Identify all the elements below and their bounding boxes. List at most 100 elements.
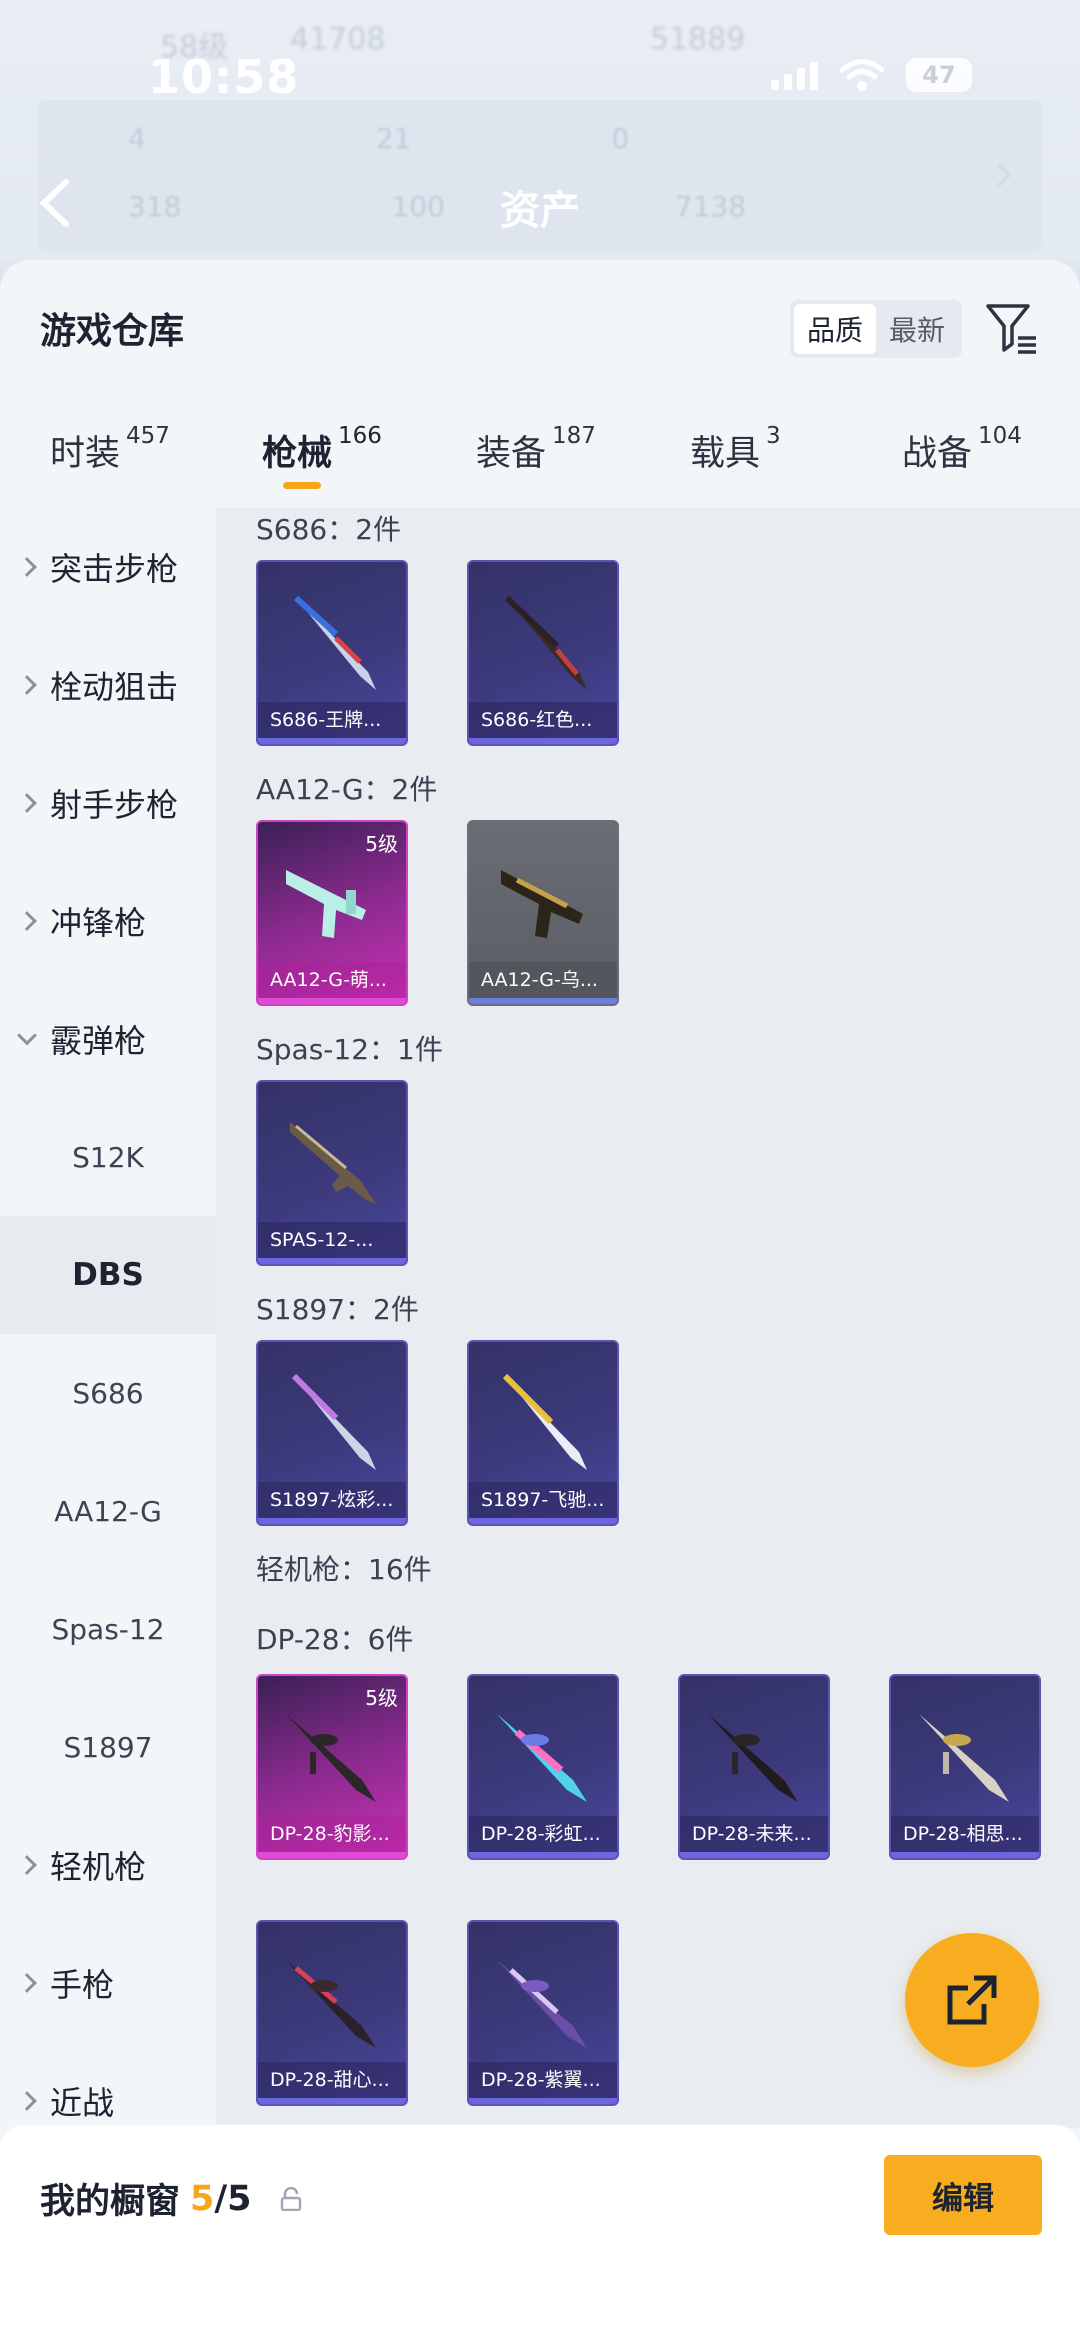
sidebar-item-label: 近战 [50,2084,115,2122]
weapon-card-label: DP-28-豹影... [258,1816,406,1852]
shotgun-icon [504,595,587,690]
battery-indicator: 47 [906,58,972,92]
signal-icon [771,60,818,90]
weapon-card-label: DP-28-紫翼... [469,2062,617,2098]
weapon-card[interactable]: DP-28-相思... [889,1674,1041,1860]
weapon-card[interactable]: S686-红色... [467,560,619,746]
machine-gun-icon [919,1714,1009,1802]
shotgun-icon [290,1122,376,1204]
machine-gun-icon [286,1960,376,2048]
weapon-card-label: SPAS-12-... [258,1222,406,1258]
wifi-icon [840,59,884,91]
chevron-right-icon [17,2091,37,2111]
tab-guns[interactable]: 枪械 166 [262,423,382,476]
showcase-bar: 我的橱窗 5 /5 编辑 [0,2125,1080,2347]
category-tabs: 时装 457 枪械 166 装备 187 载具 3 战备 104 [0,405,1080,505]
weapon-card[interactable]: 5级 DP-28-豹影... [256,1674,408,1860]
sidebar-item-smg[interactable]: 冲锋枪 [0,862,216,980]
shotgun-icon [291,1373,376,1470]
sidebar-item-label: 霰弹枪 [50,1022,147,1060]
sidebar-item-lmg[interactable]: 轻机枪 [0,1806,216,1924]
tab-count: 166 [338,423,382,449]
weapon-card[interactable]: DP-28-未来... [678,1674,830,1860]
sidebar-subitem-s1897[interactable]: S1897 [0,1688,216,1806]
sort-quality-button[interactable]: 品质 [794,304,876,354]
chevron-right-icon [17,1973,37,1993]
weapon-card-label: S1897-飞驰... [469,1482,617,1518]
group-title: Spas-12：1件 [256,1033,443,1066]
page-title: 游戏仓库 [40,311,185,352]
weapon-card-label: DP-28-相思... [891,1816,1039,1852]
assets-title: 资产 [500,188,580,234]
filter-icon[interactable] [984,300,1040,356]
tab-count: 187 [552,423,596,449]
sidebar-item-marksman-rifle[interactable]: 射手步枪 [0,744,216,862]
back-arrow-icon[interactable] [36,178,72,228]
tab-label: 战备 [902,434,973,474]
tab-fashion[interactable]: 时装 457 [50,423,170,476]
weapon-card[interactable]: DP-28-甜心... [256,1920,408,2106]
sort-latest-button[interactable]: 最新 [876,304,958,354]
edit-button[interactable]: 编辑 [884,2155,1042,2235]
active-tab-indicator [283,482,321,489]
showcase-count-total: /5 [214,2178,252,2219]
sidebar-item-shotgun[interactable]: 霰弹枪 [0,980,216,1098]
sidebar-subitem-dbs[interactable]: DBS [0,1216,216,1334]
weapon-card[interactable]: SPAS-12-... [256,1080,408,1266]
weapon-card[interactable]: AA12-G-乌... [467,820,619,1006]
share-external-icon [947,1975,997,2025]
sidebar-subitem-s686[interactable]: S686 [0,1334,216,1452]
chevron-right-icon [17,675,37,695]
machine-gun-icon [286,1714,376,1802]
sidebar-item-label: 冲锋枪 [50,904,147,942]
weapon-card[interactable]: S686-王牌... [256,560,408,746]
sidebar-item-label: 手枪 [50,1966,115,2004]
tab-equipment[interactable]: 装备 187 [476,423,596,476]
sidebar-subitem-s12k[interactable]: S12K [0,1098,216,1216]
weapon-card-label: AA12-G-乌... [469,962,617,998]
machine-gun-icon [497,1960,587,2048]
group-title: AA12-G：2件 [256,773,438,806]
stat-value: 4 [128,122,146,155]
tab-count: 104 [978,423,1022,449]
status-icons: 47 [771,58,972,92]
sidebar-subitem-spas12[interactable]: Spas-12 [0,1570,216,1688]
tab-gear[interactable]: 战备 104 [902,423,1022,476]
chevron-right-icon [17,557,37,577]
weapon-card[interactable]: 5级 AA12-G-萌... [256,820,408,1006]
weapon-card-label: DP-28-彩虹... [469,1816,617,1852]
share-fab-button[interactable] [905,1933,1039,2067]
shotgun-icon [293,595,376,690]
stat-value: 100 [391,190,445,223]
showcase-count-current: 5 [190,2178,215,2219]
tab-vehicles[interactable]: 载具 3 [690,423,781,476]
ghost-value-left: 41708 [290,22,386,57]
rifle-icon [501,870,583,938]
chevron-right-icon[interactable] [994,160,1014,190]
sidebar-item-pistol[interactable]: 手枪 [0,1924,216,2042]
weapon-card-label: S686-王牌... [258,702,406,738]
chevron-down-icon [17,1025,37,1046]
sidebar-item-bolt-sniper[interactable]: 栓动狙击 [0,626,216,744]
weapon-card[interactable]: S1897-炫彩... [256,1340,408,1526]
sidebar-subitem-aa12g[interactable]: AA12-G [0,1452,216,1570]
sidebar-item-label: 射手步枪 [50,786,179,824]
ghost-value-right: 51889 [650,22,746,57]
weapon-card-label: S686-红色... [469,702,617,738]
weapon-card-label: AA12-G-萌... [258,962,406,998]
stat-value: 21 [375,122,412,155]
status-time: 10:58 [148,50,300,104]
sidebar-item-label: 栓动狙击 [50,668,179,706]
weapon-card[interactable]: DP-28-彩虹... [467,1674,619,1860]
rifle-icon [286,870,366,938]
chevron-right-icon [17,1855,37,1875]
weapon-grid: S686：2件 AA12-G：2件 Spas-12：1件 S1897：2件 轻机… [216,508,1080,2128]
weapon-card[interactable]: S1897-飞驰... [467,1340,619,1526]
tab-label: 时装 [50,434,121,474]
weapon-card[interactable]: DP-28-紫翼... [467,1920,619,2106]
sidebar-item-label: 突击步枪 [50,550,179,588]
sidebar-item-assault-rifle[interactable]: 突击步枪 [0,508,216,626]
group-title: S686：2件 [256,513,402,546]
showcase-label: 我的橱窗 [40,2182,181,2222]
background-profile-overlay: 58级 41708 51889 4 21 0 318 100 7138 10:5… [0,0,1080,262]
